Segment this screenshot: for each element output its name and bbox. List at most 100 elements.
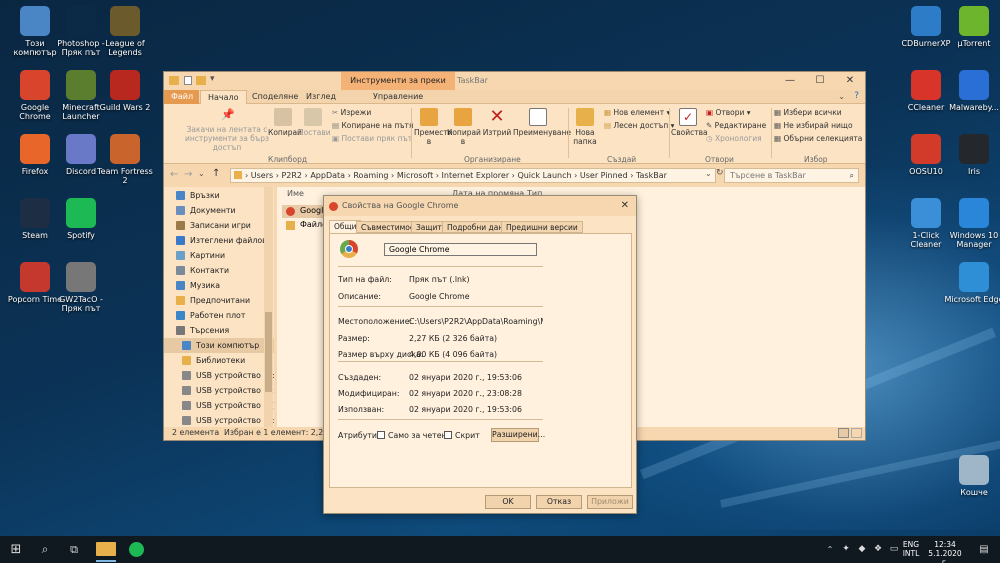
easy-access-button[interactable]: ▤ Лесен достъп ▾: [604, 121, 674, 130]
tab-file[interactable]: Файл: [164, 90, 199, 104]
breadcrumb-item[interactable]: Microsoft: [397, 171, 433, 180]
notifications-icon[interactable]: ▤: [976, 542, 992, 557]
breadcrumb-item[interactable]: TaskBar: [636, 171, 667, 180]
tray-chevron-icon[interactable]: ⌃: [822, 542, 838, 557]
language-indicator[interactable]: ENG INTL: [900, 540, 922, 558]
nav-item[interactable]: USB устройство (G:): [164, 413, 274, 427]
move-to-button[interactable]: Премести в: [414, 108, 453, 146]
desktop-shortcut[interactable]: Windows 10 Manager: [944, 198, 1000, 249]
nav-item[interactable]: Търсения: [164, 323, 274, 338]
tray-app-icon[interactable]: ✦: [838, 542, 854, 557]
properties-qa-icon[interactable]: [184, 76, 192, 85]
nav-item[interactable]: Изтеглени файлове: [164, 233, 274, 248]
properties-button[interactable]: ✓ Свойства: [671, 108, 708, 137]
search-taskbar-icon[interactable]: ⌕: [37, 542, 53, 557]
nav-item[interactable]: Документи: [164, 203, 274, 218]
advanced-button[interactable]: Разширени...: [491, 428, 545, 442]
tab-share[interactable]: Споделяне: [245, 90, 305, 104]
address-bar[interactable]: › Users › P2R2 › AppData › Roaming › Mic…: [230, 168, 716, 183]
history-button[interactable]: ◷ Хронология: [706, 134, 762, 143]
invert-selection-button[interactable]: ▦ Обърни селекцията: [774, 134, 862, 143]
up-icon[interactable]: ↑: [212, 168, 220, 179]
shortcut-name-field[interactable]: Google Chrome: [384, 243, 537, 256]
desktop-shortcut[interactable]: Spotify: [51, 198, 111, 240]
nav-item[interactable]: USB устройство (F:): [164, 398, 274, 413]
explorer-titlebar[interactable]: ▾ Инструменти за преки пътища TaskBar — …: [164, 72, 865, 103]
breadcrumb-item[interactable]: AppData: [310, 171, 345, 180]
nav-item[interactable]: USB устройство (E:): [164, 383, 274, 398]
qa-dropdown-icon[interactable]: ▾: [210, 74, 215, 84]
file-explorer-taskbar-icon[interactable]: [96, 542, 116, 556]
nav-item[interactable]: Музика: [164, 278, 274, 293]
chevron-down-icon[interactable]: ⌄: [838, 92, 845, 101]
desktop-shortcut[interactable]: GW2TacO - Пряк път: [51, 262, 111, 313]
desktop-shortcut[interactable]: Microsoft Edge: [944, 262, 1000, 304]
details-view-icon[interactable]: [838, 428, 849, 438]
minimize-icon[interactable]: —: [775, 72, 805, 90]
desktop-shortcut[interactable]: Malwareby...: [944, 70, 1000, 112]
dialog-titlebar[interactable]: Свойства на Google Chrome ✕: [324, 196, 636, 216]
refresh-icon[interactable]: ↻: [716, 168, 724, 178]
breadcrumb-item[interactable]: P2R2: [281, 171, 302, 180]
readonly-checkbox[interactable]: [377, 431, 385, 439]
breadcrumb-item[interactable]: Internet Explorer: [442, 171, 510, 180]
address-dropdown-icon[interactable]: ⌄: [705, 169, 712, 178]
desktop-shortcut[interactable]: League of Legends: [95, 6, 155, 57]
nav-item[interactable]: USB устройство (D:): [164, 368, 274, 383]
tab-home[interactable]: Начало: [200, 90, 247, 104]
clock[interactable]: 12:34 5.1.2020 г.: [926, 540, 964, 563]
paste-shortcut-button[interactable]: ▣ Постави пряк път: [332, 134, 412, 143]
desktop-shortcut[interactable]: Кошче: [944, 455, 1000, 497]
delete-button[interactable]: ✕ Изтрий: [482, 108, 512, 138]
back-icon[interactable]: ←: [170, 169, 178, 180]
dropbox-icon[interactable]: ❖: [870, 542, 886, 557]
breadcrumb-item[interactable]: User Pinned: [580, 171, 628, 180]
nav-item[interactable]: Този компютър: [164, 338, 274, 353]
forward-icon[interactable]: →: [184, 169, 192, 180]
cancel-button[interactable]: Отказ: [536, 495, 582, 509]
nav-item[interactable]: Библиотеки: [164, 353, 274, 368]
copy-to-button[interactable]: Копирай в: [447, 108, 481, 146]
maximize-icon[interactable]: ☐: [805, 72, 835, 90]
nav-item[interactable]: Предпочитани: [164, 293, 274, 308]
tray-app-icon[interactable]: ◆: [854, 542, 870, 557]
desktop-shortcut[interactable]: µTorrent: [944, 6, 1000, 48]
close-icon[interactable]: ✕: [835, 72, 865, 90]
copy-button[interactable]: Копирай: [268, 108, 302, 137]
nav-item[interactable]: Контакти: [164, 263, 274, 278]
tab-view[interactable]: Изглед: [299, 90, 343, 104]
search-input[interactable]: Търсене в TaskBar ⌕: [724, 168, 859, 183]
edit-button[interactable]: ✎ Редактиране: [706, 121, 766, 130]
pin-quick-access-button[interactable]: 📌 Закачи на лентата с инструменти за бър…: [182, 109, 272, 152]
breadcrumb-item[interactable]: Roaming: [353, 171, 388, 180]
nav-item[interactable]: Връзки: [164, 188, 274, 203]
nav-item[interactable]: Работен плот: [164, 308, 274, 323]
new-folder-button[interactable]: Нова папка: [570, 108, 600, 146]
tab-manage[interactable]: Управление: [366, 90, 430, 104]
desktop-shortcut[interactable]: Iris: [944, 134, 1000, 176]
breadcrumb-item[interactable]: Quick Launch: [517, 171, 571, 180]
new-item-button[interactable]: ▦ Нов елемент ▾: [604, 108, 670, 117]
apply-button[interactable]: Приложи: [587, 495, 633, 509]
spotify-taskbar-icon[interactable]: [129, 542, 144, 557]
task-view-icon[interactable]: ⧉: [66, 542, 82, 557]
copy-path-button[interactable]: ▤ Копиране на пътя: [332, 121, 413, 130]
hidden-checkbox[interactable]: [444, 431, 452, 439]
dialog-close-icon[interactable]: ✕: [621, 196, 629, 216]
new-folder-qa-icon[interactable]: [196, 76, 206, 85]
help-icon[interactable]: ?: [854, 91, 859, 101]
recent-dropdown-icon[interactable]: ⌄: [198, 169, 205, 178]
paste-button[interactable]: Постави: [298, 108, 331, 137]
desktop-shortcut[interactable]: Team Fortress 2: [95, 134, 155, 185]
desktop-shortcut[interactable]: Guild Wars 2: [95, 70, 155, 112]
rename-button[interactable]: Преименуване: [513, 108, 571, 137]
select-none-button[interactable]: ▦ Не избирай нищо: [774, 121, 853, 130]
nav-item[interactable]: Картини: [164, 248, 274, 263]
select-all-button[interactable]: ▦ Избери всички: [774, 108, 842, 117]
nav-scrollbar-thumb[interactable]: [265, 312, 272, 392]
breadcrumb-item[interactable]: Users: [251, 171, 273, 180]
cut-button[interactable]: ✂ Изрежи: [332, 108, 371, 117]
dialog-tab[interactable]: Предишни версии: [501, 221, 583, 233]
open-button[interactable]: ▣ Отвори ▾: [706, 108, 751, 117]
nav-item[interactable]: Записани игри: [164, 218, 274, 233]
